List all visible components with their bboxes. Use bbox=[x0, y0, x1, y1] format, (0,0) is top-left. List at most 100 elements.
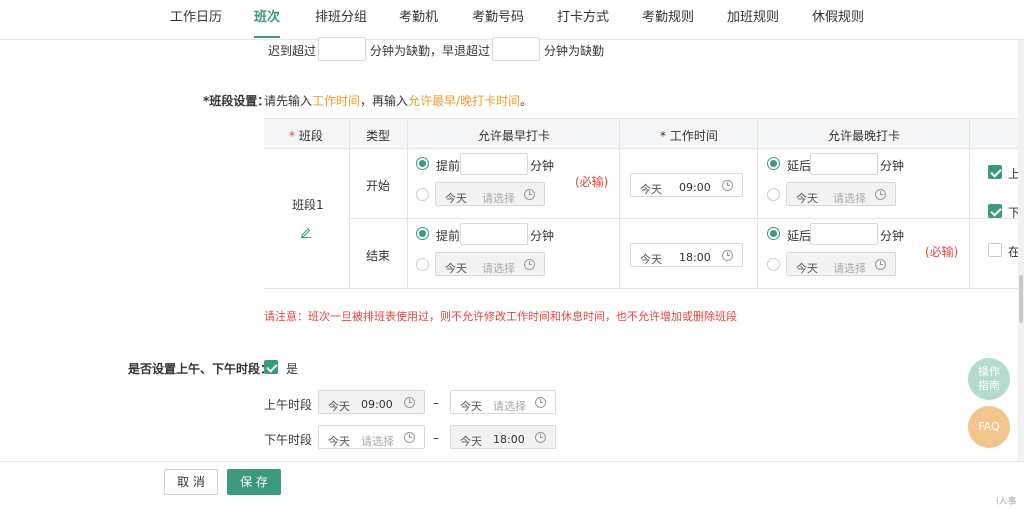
early-minutes-input-start[interactable] bbox=[460, 153, 528, 175]
hint-text-2: ，再输入 bbox=[360, 94, 409, 108]
late-time-radio-start[interactable] bbox=[767, 188, 780, 201]
afternoon-end-time: 18:00 bbox=[493, 433, 525, 446]
early-day-start: 今天 bbox=[445, 192, 467, 205]
early-minutes-input-end[interactable] bbox=[460, 223, 528, 245]
early-advance-radio-start[interactable] bbox=[416, 157, 429, 170]
late-minutes-input-start[interactable] bbox=[810, 153, 878, 175]
clock-icon bbox=[404, 397, 415, 408]
work-time-picker-start[interactable]: 今天 09:00 bbox=[630, 173, 743, 197]
segment-settings-hint: 请先输入工作时间，再输入允许最早/晚打卡时间。 bbox=[264, 92, 532, 109]
morning-start-picker[interactable]: 今天 09:00 bbox=[318, 390, 425, 414]
tab-overtime-rules[interactable]: 加班规则 bbox=[727, 0, 779, 38]
row-type-end: 结束 bbox=[366, 249, 391, 263]
late-day-end: 今天 bbox=[796, 262, 818, 275]
header-earliest: 允许最早打卡 bbox=[478, 129, 551, 143]
table-border-bottom bbox=[264, 288, 1018, 289]
faq-button[interactable]: FAQ bbox=[968, 406, 1010, 448]
early-minutes-input[interactable] bbox=[492, 37, 540, 61]
table-header-bottom bbox=[264, 148, 1018, 149]
morning-start-day: 今天 bbox=[328, 400, 350, 413]
afternoon-end-picker[interactable]: 今天 18:00 bbox=[450, 425, 556, 449]
late-minutes-input-end[interactable] bbox=[810, 223, 878, 245]
early-time-radio-end[interactable] bbox=[416, 258, 429, 271]
clock-icon bbox=[875, 259, 886, 270]
tab-attendance-number[interactable]: 考勤号码 bbox=[472, 0, 524, 38]
scrollbar-thumb[interactable] bbox=[1019, 275, 1023, 323]
late-prefix-label: 迟到超过 bbox=[268, 44, 317, 58]
col-divider-5 bbox=[969, 118, 970, 289]
late-delay-radio-end[interactable] bbox=[767, 227, 780, 240]
afternoon-start-picker[interactable]: 今天 请选择 bbox=[318, 425, 425, 449]
early-time-picker-end[interactable]: 今天 请选择 bbox=[435, 252, 545, 276]
header-segment: * 班段 bbox=[289, 129, 323, 143]
notice-text: 请注意：班次一旦被排班表使用过，则不允许修改工作时间和休息时间，也不允许增加或删… bbox=[264, 310, 737, 323]
late-minutes-input[interactable] bbox=[318, 37, 366, 61]
cancel-button[interactable]: 取 消 bbox=[164, 469, 218, 495]
edit-pencil-icon[interactable] bbox=[300, 226, 312, 238]
early-unit-end: 分钟 bbox=[530, 229, 555, 243]
header-work-time: * 工作时间 bbox=[660, 129, 718, 143]
tab-shift-groups[interactable]: 排班分组 bbox=[315, 0, 367, 38]
col-divider-4 bbox=[757, 118, 758, 289]
early-placeholder-end: 请选择 bbox=[482, 262, 515, 275]
late-unit-end: 分钟 bbox=[880, 229, 905, 243]
early-time-picker-start[interactable]: 今天 请选择 bbox=[435, 182, 545, 206]
morning-end-day: 今天 bbox=[460, 400, 482, 413]
late-unit-start: 分钟 bbox=[880, 159, 905, 173]
operation-guide-button[interactable]: 操作 指南 bbox=[968, 358, 1010, 400]
morning-end-picker[interactable]: 今天 请选择 bbox=[450, 390, 556, 414]
afternoon-start-day: 今天 bbox=[328, 435, 350, 448]
side-checkbox-start[interactable] bbox=[988, 165, 1002, 179]
early-advance-label-end: 提前 bbox=[436, 229, 461, 243]
morning-start-time: 09:00 bbox=[361, 398, 393, 411]
tab-punch-method[interactable]: 打卡方式 bbox=[557, 0, 609, 38]
morning-end-placeholder: 请选择 bbox=[493, 400, 526, 413]
afternoon-dash: – bbox=[433, 431, 439, 445]
tab-shifts[interactable]: 班次 bbox=[254, 0, 281, 38]
hint-work-time: 工作时间 bbox=[312, 94, 361, 108]
table-border-top bbox=[264, 118, 1018, 119]
required-note-start: (必输) bbox=[575, 175, 609, 189]
side-checkbox-end[interactable] bbox=[988, 204, 1002, 218]
tab-leave-rules[interactable]: 休假规则 bbox=[812, 0, 864, 38]
save-button[interactable]: 保 存 bbox=[227, 469, 281, 495]
clock-icon bbox=[404, 432, 415, 443]
early-advance-label-start: 提前 bbox=[436, 159, 461, 173]
required-note-end: (必输) bbox=[925, 245, 959, 259]
header-type: 类型 bbox=[366, 129, 391, 143]
late-time-radio-end[interactable] bbox=[767, 258, 780, 271]
side-checkbox-extra[interactable] bbox=[988, 243, 1002, 257]
late-placeholder-start: 请选择 bbox=[833, 192, 866, 205]
early-day-end: 今天 bbox=[445, 262, 467, 275]
tab-attendance-rules[interactable]: 考勤规则 bbox=[642, 0, 694, 38]
late-day-start: 今天 bbox=[796, 192, 818, 205]
tab-work-calendar[interactable]: 工作日历 bbox=[170, 0, 222, 38]
work-time-picker-end[interactable]: 今天 18:00 bbox=[630, 243, 743, 267]
morning-label: 上午时段 bbox=[264, 398, 313, 412]
early-advance-radio-end[interactable] bbox=[416, 227, 429, 240]
vertical-scrollbar[interactable] bbox=[1018, 40, 1024, 461]
late-delay-radio-start[interactable] bbox=[767, 157, 780, 170]
header-segment-text: 班段 bbox=[298, 129, 323, 143]
clock-icon bbox=[524, 189, 535, 200]
early-time-radio-start[interactable] bbox=[416, 188, 429, 201]
col-divider-3 bbox=[619, 118, 620, 289]
clock-icon bbox=[535, 397, 546, 408]
afternoon-label: 下午时段 bbox=[264, 433, 313, 447]
late-time-picker-end[interactable]: 今天 请选择 bbox=[786, 252, 896, 276]
morning-dash: – bbox=[433, 396, 439, 410]
tab-attendance-machine[interactable]: 考勤机 bbox=[399, 0, 438, 38]
guide-line-1: 操作 bbox=[978, 365, 1000, 378]
table-row-divider bbox=[349, 218, 1018, 219]
late-delay-label-end: 延后 bbox=[787, 229, 812, 243]
late-suffix-label: 分钟为缺勤，早退超过 bbox=[370, 44, 491, 58]
late-time-picker-start[interactable]: 今天 请选择 bbox=[786, 182, 896, 206]
clock-icon bbox=[722, 250, 733, 261]
top-nav: 工作日历 班次 排班分组 考勤机 考勤号码 打卡方式 考勤规则 加班规则 休假规… bbox=[0, 0, 1024, 40]
work-day-start: 今天 bbox=[640, 183, 662, 196]
half-day-checkbox[interactable] bbox=[264, 360, 278, 374]
afternoon-start-placeholder: 请选择 bbox=[361, 435, 394, 448]
col-divider-1 bbox=[349, 118, 350, 289]
clock-icon bbox=[722, 180, 733, 191]
work-time-end: 18:00 bbox=[679, 251, 711, 264]
